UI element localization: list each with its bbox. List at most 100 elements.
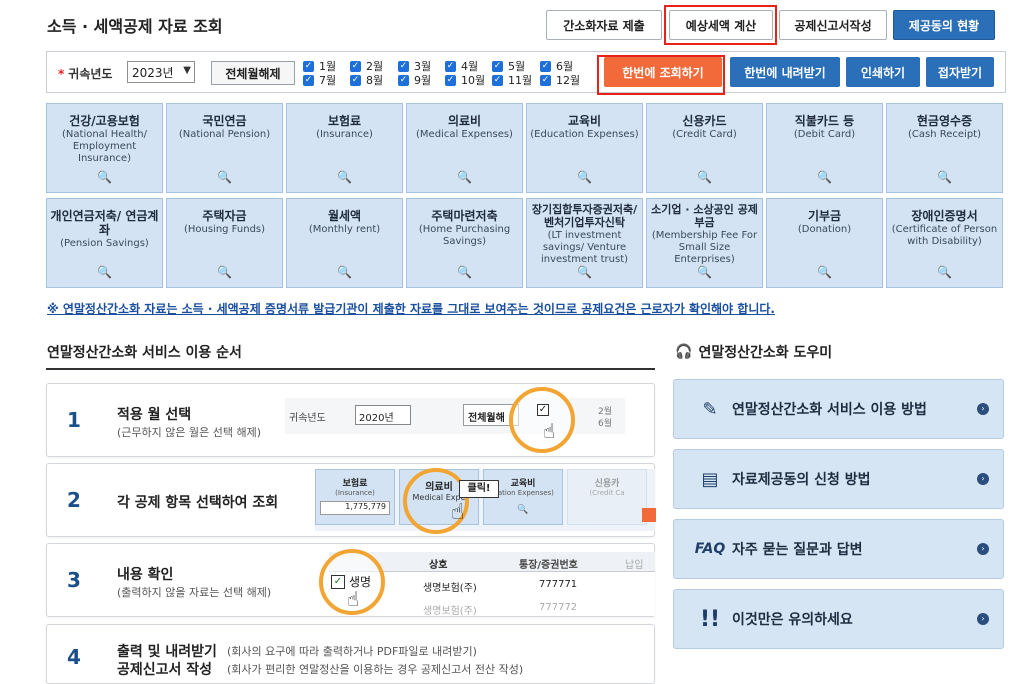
email-button[interactable]: 접자받기: [926, 57, 994, 87]
category-label: 장기집합투자증권저축/ 벤처기업투자신탁: [531, 203, 638, 229]
month-label: 9월: [414, 74, 432, 87]
query-all-button[interactable]: 한번에 조회하기: [604, 57, 722, 87]
month-checkbox[interactable]: ✓ 10월: [445, 73, 485, 87]
category-cell[interactable]: 현금영수증 (Cash Receipt) 🔍: [886, 103, 1003, 193]
document-pen-icon: ✎: [702, 398, 718, 420]
category-label-en: (Housing Funds): [183, 224, 266, 235]
headset-icon: 🎧: [675, 344, 693, 360]
category-cell[interactable]: 장애인증명서 (Certificate of Person with Disabi…: [886, 198, 1003, 288]
category-cell[interactable]: 기부금 (Donation) 🔍: [766, 198, 883, 288]
search-icon[interactable]: 🔍: [287, 265, 402, 279]
checkbox-icon: ✓: [398, 60, 409, 72]
month-checkbox[interactable]: ✓ 6월: [540, 59, 573, 73]
month-checkbox[interactable]: ✓ 1월: [303, 59, 336, 73]
month-checkbox[interactable]: ✓ 9월: [398, 73, 431, 87]
category-label: 월세액: [327, 209, 362, 223]
category-label-en: (Certificate of Person with Disability): [891, 224, 998, 247]
category-cell[interactable]: 보험료 (Insurance) 🔍: [286, 103, 403, 193]
step-title: 적용 월 선택: [117, 407, 192, 423]
search-icon[interactable]: 🔍: [47, 265, 162, 279]
category-cell[interactable]: 주택자금 (Housing Funds) 🔍: [166, 198, 283, 288]
category-label: 신용카드: [682, 114, 727, 128]
illus-row-name: 생명보험(주): [423, 583, 477, 594]
category-label-en: (Credit Card): [672, 129, 737, 140]
search-icon[interactable]: 🔍: [407, 170, 522, 184]
highlight-ring: ✓ 생명 ☝: [319, 549, 385, 615]
month-checkbox[interactable]: ✓ 5월: [492, 59, 525, 73]
year-label: * 귀속년도: [58, 67, 113, 81]
month-checkbox[interactable]: ✓ 2월: [350, 59, 383, 73]
category-cell[interactable]: 건강/고용보험 (National Health/ Employment Insu…: [46, 103, 163, 193]
category-label: 현금영수증: [916, 114, 973, 128]
step-2-illustration: 보험료 (Insurance) 1,775,779 의료비 Medical Ex…: [315, 469, 655, 531]
helper-usage-guide[interactable]: ✎ 연말정산간소화 서비스 이용 방법 ›: [673, 379, 1004, 439]
illus-cell-ko: 신용카: [594, 479, 620, 489]
simple-payment-button[interactable]: 간소화자료 제출: [546, 10, 662, 40]
helper-label: 연말정산간소화 서비스 이용 방법: [732, 402, 927, 418]
category-cell[interactable]: 소기업 · 소상공인 공제부금 (Membership Fee For Small…: [646, 198, 763, 288]
category-cell[interactable]: 장기집합투자증권저축/ 벤처기업투자신탁 (LT investment savin…: [526, 198, 643, 288]
category-cell[interactable]: 주택마련저축 (Home Purchasing Savings) 🔍: [406, 198, 523, 288]
step-2: 2 각 공제 항목 선택하여 조회 보험료 (Insurance) 1,775,…: [46, 463, 656, 537]
year-select[interactable]: 2023년 ▼: [127, 61, 195, 83]
search-icon[interactable]: 🔍: [527, 265, 642, 279]
helper-caution[interactable]: !! 이것만은 유의하세요 ›: [673, 589, 1004, 649]
month-checkbox[interactable]: ✓ 4월: [445, 59, 478, 73]
click-tooltip: 클릭!: [459, 480, 499, 498]
search-icon[interactable]: 🔍: [767, 170, 882, 184]
checkbox-icon: ✓: [540, 74, 551, 86]
search-icon[interactable]: 🔍: [407, 265, 522, 279]
month-checkbox[interactable]: ✓ 8월: [350, 73, 383, 87]
month-checkbox[interactable]: ✓ 12월: [540, 73, 580, 87]
search-icon[interactable]: 🔍: [167, 170, 282, 184]
helper-consent-guide[interactable]: ▤ 자료제공동의 신청 방법 ›: [673, 449, 1004, 509]
category-cell[interactable]: 개인연금저축/ 연금계좌 (Pension Savings) 🔍: [46, 198, 163, 288]
step-title: 각 공제 항목 선택하여 조회: [117, 495, 279, 511]
category-cell[interactable]: 신용카드 (Credit Card) 🔍: [646, 103, 763, 193]
category-cell[interactable]: 직불카드 등 (Debit Card) 🔍: [766, 103, 883, 193]
category-label: 주택자금: [202, 209, 247, 223]
chevron-right-icon: ›: [977, 543, 989, 555]
search-icon[interactable]: 🔍: [527, 170, 642, 184]
deduction-form-button[interactable]: 공제신고서작성: [779, 10, 887, 40]
helper-label: 자료제공동의 신청 방법: [732, 472, 871, 488]
category-label-en: (Debit Card): [793, 129, 856, 140]
category-label: 보험료: [327, 114, 362, 128]
hand-pointer-icon: ☝: [347, 587, 360, 611]
illus-row-account: 777772: [539, 602, 578, 613]
chevron-right-icon: ›: [977, 403, 989, 415]
category-cell[interactable]: 국민연금 (National Pension) 🔍: [166, 103, 283, 193]
search-icon[interactable]: 🔍: [287, 170, 402, 184]
category-cell[interactable]: 의료비 (Medical Expenses) 🔍: [406, 103, 523, 193]
category-cell[interactable]: 월세액 (Monthly rent) 🔍: [286, 198, 403, 288]
deselect-all-months-button[interactable]: 전체월해제: [211, 61, 295, 85]
helper-title: 🎧 연말정산간소화 도우미: [675, 342, 832, 362]
tax-estimate-button[interactable]: 예상세액 계산: [669, 10, 773, 40]
download-all-button[interactable]: 한번에 내려받기: [730, 57, 840, 87]
month-checkbox[interactable]: ✓ 11월: [492, 73, 532, 87]
helper-faq[interactable]: FAQ 자주 묻는 질문과 답변 ›: [673, 519, 1004, 579]
checkbox-icon: ✓: [303, 60, 314, 72]
month-checkbox[interactable]: ✓ 3월: [398, 59, 431, 73]
search-icon[interactable]: 🔍: [767, 265, 882, 279]
search-icon[interactable]: 🔍: [47, 170, 162, 184]
category-label-en: (Medical Expenses): [416, 129, 513, 140]
category-label-en: (Insurance): [316, 129, 373, 140]
step-1: 1 적용 월 선택 (근무하지 않은 월은 선택 해제) 귀속년도 2020년 …: [46, 383, 655, 457]
step-desc: (출력하지 않을 자료는 선택 해제): [117, 586, 272, 599]
step-4: 4 출력 및 내려받기 (회사의 요구에 따라 출력하거나 PDF파일로 내려받…: [46, 624, 655, 684]
search-icon[interactable]: 🔍: [887, 265, 1002, 279]
month-checkbox[interactable]: ✓ 7월: [303, 73, 336, 87]
illus-month-6: 6월: [598, 419, 613, 429]
category-cell[interactable]: 교육비 (Education Expenses) 🔍: [526, 103, 643, 193]
search-icon[interactable]: 🔍: [647, 170, 762, 184]
illus-amount: 1,775,779: [320, 501, 390, 515]
search-icon[interactable]: 🔍: [887, 170, 1002, 184]
search-icon[interactable]: 🔍: [647, 265, 762, 279]
checkbox-icon: ✓: [445, 60, 456, 72]
search-icon[interactable]: 🔍: [167, 265, 282, 279]
category-label: 국민연금: [202, 114, 247, 128]
print-button[interactable]: 인쇄하기: [846, 57, 920, 87]
notice-link[interactable]: ※ 연말정산간소화 자료는 소득 · 세액공제 증명서류 발급기관이 제출한 자…: [47, 300, 775, 317]
provider-status-button[interactable]: 제공동의 현황: [893, 10, 995, 40]
